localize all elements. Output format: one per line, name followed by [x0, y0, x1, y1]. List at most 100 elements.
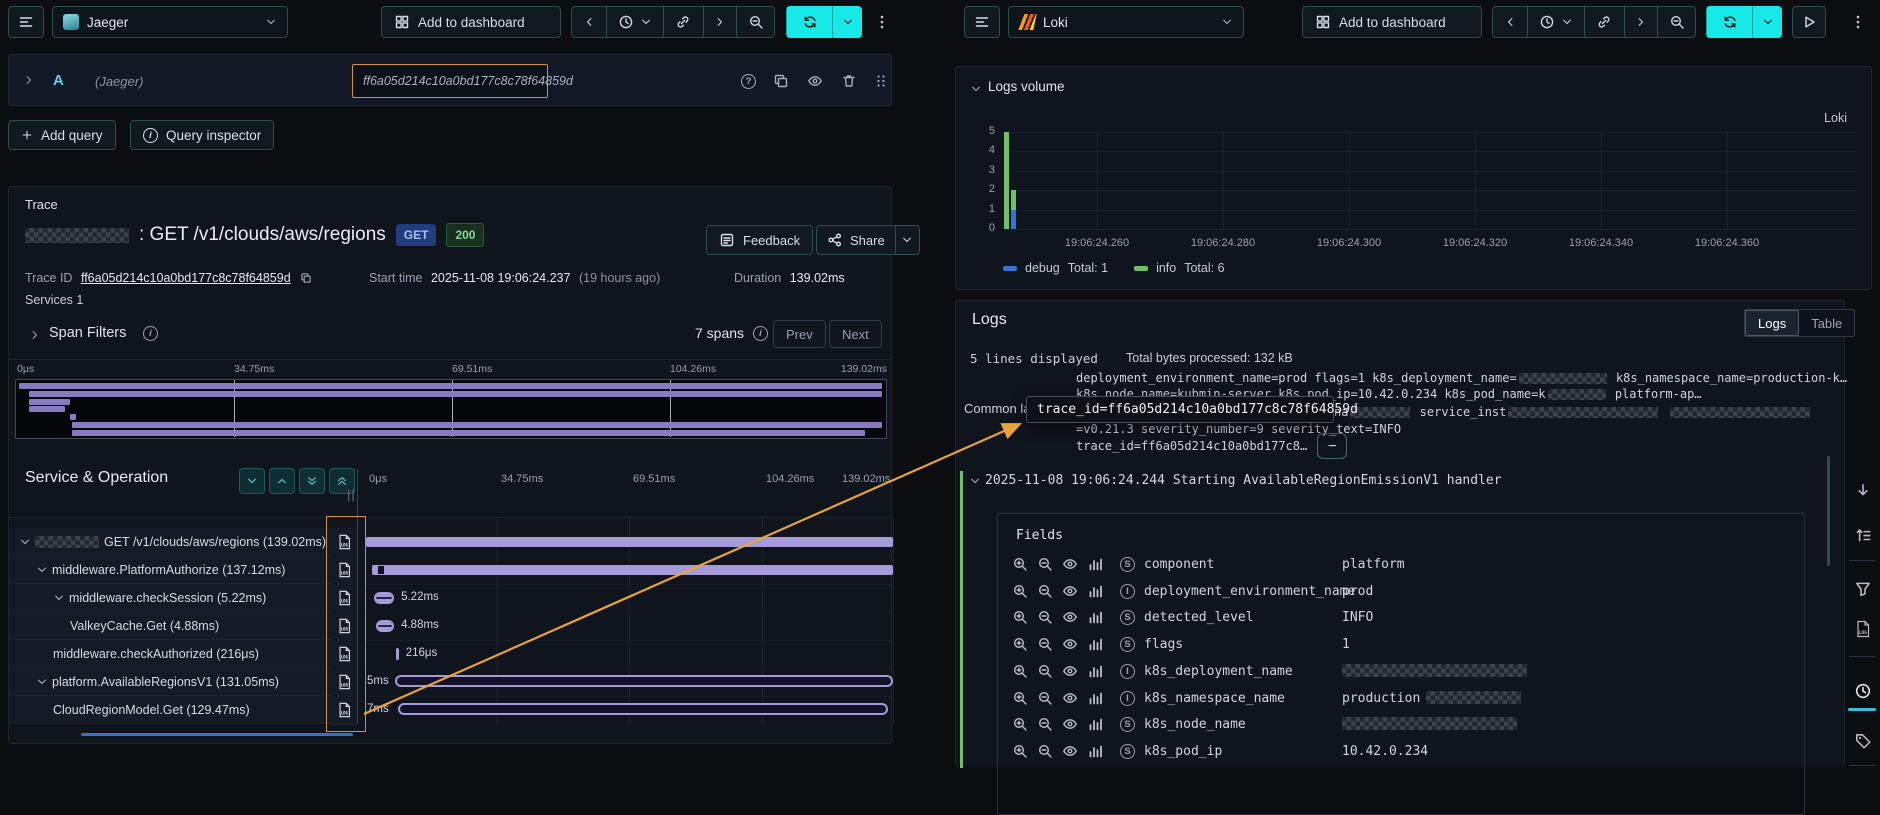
tree-scrollbar[interactable]: [81, 733, 353, 736]
menu-button[interactable]: [964, 6, 1000, 38]
expand-one-button[interactable]: [269, 468, 295, 494]
query-inspector-button[interactable]: i Query inspector: [130, 120, 275, 150]
add-query-button[interactable]: Add query: [8, 120, 116, 150]
share-dropdown[interactable]: [894, 226, 919, 254]
span-filters-chevron[interactable]: [29, 329, 41, 341]
span-expand-chevron[interactable]: [19, 536, 31, 548]
span-duration-bar[interactable]: [396, 648, 399, 660]
add-to-dashboard-button[interactable]: Add to dashboard: [1302, 6, 1482, 38]
next-span-button[interactable]: Next: [829, 320, 882, 348]
toggle-field-icon[interactable]: [1062, 716, 1078, 732]
delete-query-icon[interactable]: [841, 73, 857, 89]
logs-scrollbar[interactable]: [1827, 456, 1830, 566]
labels-tag-icon[interactable]: [1854, 732, 1872, 750]
filter-for-value-icon[interactable]: [1012, 663, 1028, 679]
add-to-dashboard-button[interactable]: Add to dashboard: [381, 6, 561, 38]
collapse-all-button[interactable]: [299, 468, 325, 494]
collapse-one-button[interactable]: [239, 468, 265, 494]
trace-minimap[interactable]: [15, 379, 887, 439]
span-duration-bar[interactable]: [366, 537, 893, 547]
run-query-interval-dropdown[interactable]: [832, 6, 862, 38]
filter-out-value-icon[interactable]: [1037, 556, 1053, 572]
filter-for-value-icon[interactable]: [1012, 609, 1028, 625]
span-name-cell[interactable]: ValkeyCache.Get (4.88ms): [9, 612, 331, 640]
filter-for-value-icon[interactable]: [1012, 556, 1028, 572]
time-sync-link-button[interactable]: [1584, 7, 1624, 37]
span-filters-info-icon[interactable]: i: [143, 326, 158, 341]
span-name-cell[interactable]: CloudRegionModel.Get (129.47ms): [9, 696, 331, 724]
run-query-refresh[interactable]: [786, 6, 832, 38]
copy-trace-id-icon[interactable]: [300, 272, 312, 284]
run-query-interval-dropdown[interactable]: [1752, 6, 1782, 38]
logs-volume-collapse-chevron[interactable]: [970, 83, 982, 95]
query-collapse-chevron[interactable]: [23, 74, 35, 86]
span-name-cell[interactable]: middleware.checkAuthorized (216μs): [9, 640, 331, 668]
time-back-button[interactable]: [572, 7, 606, 37]
toggle-field-icon[interactable]: [1062, 663, 1078, 679]
filter-out-value-icon[interactable]: [1037, 743, 1053, 759]
run-query-refresh[interactable]: [1706, 6, 1752, 38]
field-stats-icon[interactable]: [1087, 556, 1103, 572]
scroll-to-bottom-icon[interactable]: [1854, 482, 1872, 500]
volume-bar-info[interactable]: [1004, 132, 1009, 229]
field-stats-icon[interactable]: [1087, 690, 1103, 706]
datasource-picker[interactable]: Jaeger: [52, 6, 288, 38]
time-back-button[interactable]: [1493, 7, 1527, 37]
volume-bar-debug[interactable]: [1011, 209, 1016, 229]
span-duration-bar[interactable]: [373, 592, 395, 604]
time-sync-link-button[interactable]: [663, 7, 703, 37]
pane-kebab-menu[interactable]: [1848, 6, 1868, 38]
filter-out-value-icon[interactable]: [1037, 609, 1053, 625]
span-name-cell[interactable]: middleware.checkSession (5.22ms): [9, 584, 331, 612]
span-expand-chevron[interactable]: [36, 676, 48, 688]
legend-item[interactable]: debug Total: 1: [1003, 261, 1108, 275]
duplicate-query-icon[interactable]: [773, 73, 789, 89]
sort-order-icon[interactable]: [1854, 526, 1872, 544]
trace-id-value[interactable]: ff6a05d214c10a0bd177c8c78f64859d: [81, 271, 291, 285]
toggle-logs[interactable]: Logs: [1745, 310, 1800, 336]
span-name-cell[interactable]: middleware.PlatformAuthorize (137.12ms): [9, 556, 331, 584]
toggle-field-icon[interactable]: [1062, 743, 1078, 759]
zoom-out-button[interactable]: [1657, 7, 1695, 37]
datasource-picker[interactable]: Loki: [1008, 6, 1244, 38]
prev-span-button[interactable]: Prev: [773, 320, 826, 348]
filter-out-value-icon[interactable]: [1037, 663, 1053, 679]
time-picker-button[interactable]: [1526, 7, 1584, 37]
filter-for-value-icon[interactable]: [1012, 743, 1028, 759]
share-button[interactable]: Share: [817, 226, 895, 254]
toggle-field-icon[interactable]: [1062, 690, 1078, 706]
query-help-icon[interactable]: ?: [741, 74, 756, 89]
pane-kebab-menu[interactable]: [872, 6, 892, 38]
span-count-info-icon[interactable]: i: [753, 326, 768, 341]
span-expand-chevron[interactable]: [53, 592, 65, 604]
log-row-chevron[interactable]: [969, 475, 981, 487]
toggle-visibility-icon[interactable]: [807, 73, 823, 89]
field-stats-icon[interactable]: [1087, 583, 1103, 599]
span-duration-bar[interactable]: [395, 675, 893, 687]
filter-for-value-icon[interactable]: [1012, 636, 1028, 652]
time-forward-button[interactable]: [702, 7, 737, 37]
field-stats-icon[interactable]: [1087, 636, 1103, 652]
remove-filter-button[interactable]: −: [1317, 433, 1348, 459]
field-stats-icon[interactable]: [1087, 609, 1103, 625]
toggle-table[interactable]: Table: [1799, 310, 1854, 336]
live-tail-button[interactable]: [1792, 6, 1826, 38]
span-name-cell[interactable]: platform.AvailableRegionsV1 (131.05ms): [9, 668, 331, 696]
feedback-button[interactable]: Feedback: [706, 225, 814, 255]
filter-icon[interactable]: [1854, 580, 1872, 598]
span-name-cell[interactable]: GET /v1/clouds/aws/regions (139.02ms): [9, 528, 331, 556]
zoom-out-button[interactable]: [736, 7, 774, 37]
field-stats-icon[interactable]: [1087, 663, 1103, 679]
volume-bar-info[interactable]: [1011, 190, 1016, 210]
filter-out-value-icon[interactable]: [1037, 716, 1053, 732]
toggle-field-icon[interactable]: [1062, 636, 1078, 652]
span-duration-bar[interactable]: [372, 565, 893, 575]
toggle-field-icon[interactable]: [1062, 583, 1078, 599]
filter-out-value-icon[interactable]: [1037, 636, 1053, 652]
filter-for-value-icon[interactable]: [1012, 716, 1028, 732]
filter-for-value-icon[interactable]: [1012, 583, 1028, 599]
log-row-text[interactable]: 2025-11-08 19:06:24.244 Starting Availab…: [985, 473, 1502, 488]
legend-item[interactable]: info Total: 6: [1134, 261, 1225, 275]
drag-handle-icon[interactable]: [873, 73, 889, 89]
toggle-field-icon[interactable]: [1062, 556, 1078, 572]
